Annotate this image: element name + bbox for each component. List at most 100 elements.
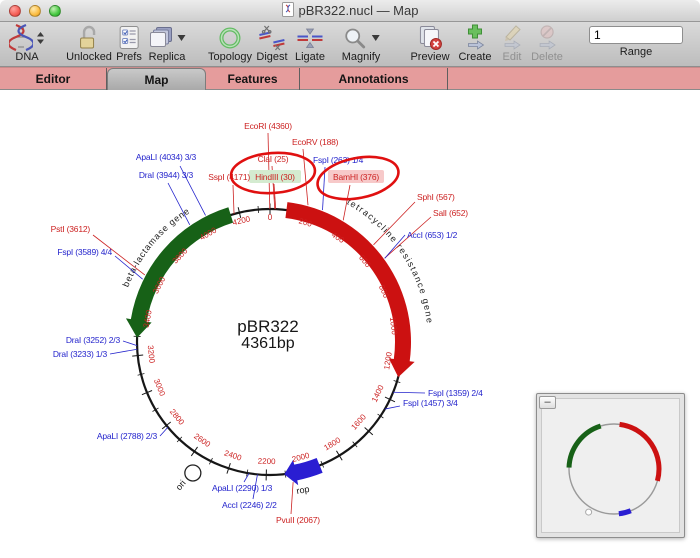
tab-map[interactable]: Map (107, 68, 206, 90)
preview-icon (416, 24, 444, 51)
scale-tick-label: 1200 (382, 351, 394, 371)
site-label[interactable]: BamHI (376) (333, 172, 379, 182)
close-button[interactable] (9, 5, 21, 17)
zoom-button[interactable] (49, 5, 61, 17)
tab-bar: EditorMapFeaturesAnnotations (0, 67, 700, 90)
delete-icon (534, 24, 560, 51)
create-toolbar-label: Create (458, 51, 491, 63)
site-label[interactable]: SalI (652) (433, 208, 468, 218)
overview-collapse-button[interactable]: – (539, 396, 556, 409)
tab-features[interactable]: Features (206, 68, 300, 90)
tab-editor[interactable]: Editor (0, 68, 107, 90)
plasmid-name: pBR322 (237, 317, 298, 336)
site-leader (160, 427, 168, 436)
feature-tetracycline-resistance-gene[interactable] (285, 202, 414, 377)
replica-icon (149, 24, 186, 51)
site-leader (233, 185, 234, 214)
prefs-toolbar-button[interactable]: Prefs (116, 24, 142, 63)
site-label[interactable]: ClaI (25) (258, 154, 289, 164)
feature-label-ori: ori (174, 478, 188, 492)
document-icon (282, 2, 294, 20)
mini-ori-marker (586, 509, 592, 515)
titlebar[interactable]: pBR322.nucl — Map (0, 0, 700, 22)
scale-tick-label: 0 (268, 213, 273, 222)
site-label[interactable]: EcoRI (4360) (244, 121, 292, 131)
ligate-toolbar-label: Ligate (295, 51, 325, 63)
site-label[interactable]: ApaLI (2290) 1/3 (212, 483, 273, 493)
site-label[interactable]: DraI (3252) 2/3 (66, 335, 121, 345)
ligate-toolbar-button[interactable]: Ligate (295, 24, 326, 63)
topology-toolbar-button[interactable]: Topology (208, 24, 252, 63)
site-label[interactable]: SphI (567) (417, 192, 455, 202)
dna-toolbar-label: DNA (15, 51, 38, 63)
topology-icon (217, 24, 243, 51)
scale-tick-label: 3200 (146, 345, 157, 364)
site-label[interactable]: EcoRV (188) (292, 137, 339, 147)
replica-toolbar-label: Replica (149, 51, 186, 63)
create-icon (462, 24, 488, 51)
site-label[interactable]: DraI (3233) 1/3 (53, 349, 108, 359)
plasmid-size: 4361bp (241, 335, 294, 352)
unlocked-toolbar-label: Unlocked (66, 51, 112, 63)
overview-panel (541, 398, 680, 533)
minimize-button[interactable] (29, 5, 41, 17)
unlocked-toolbar-button[interactable]: Unlocked (66, 24, 112, 63)
range-field: Range (588, 26, 684, 58)
prefs-icon (118, 24, 140, 51)
mini-feature-rop (619, 511, 631, 514)
create-toolbar-button[interactable]: Create (458, 24, 491, 63)
dna-toolbar-button[interactable]: DNA (9, 24, 45, 63)
scale-tick-label: 1400 (370, 383, 386, 403)
scale-tick-label: 3000 (152, 378, 167, 398)
site-leader (123, 341, 137, 346)
site-label[interactable]: FspI (1359) 2/4 (428, 388, 483, 398)
scale-tick-label: 1000 (388, 316, 399, 335)
map-canvas[interactable]: tetracycline resistance genebeta-lactama… (0, 90, 700, 558)
replica-toolbar-button[interactable]: Replica (149, 24, 186, 63)
scale-tick-label: 2600 (192, 432, 212, 450)
site-label[interactable]: ApaLI (4034) 3/3 (136, 152, 197, 162)
range-input[interactable] (589, 26, 683, 44)
toolbar: Range DNA Unlocked Prefs Replica Topology Dig… (0, 22, 700, 67)
traffic-lights (9, 5, 61, 17)
magnify-toolbar-button[interactable]: Magnify (342, 24, 381, 63)
site-label[interactable]: DraI (3944) 3/3 (139, 170, 194, 180)
mini-feature-tetracycline-resistance-gene (620, 424, 659, 481)
magnify-toolbar-label: Magnify (342, 51, 381, 63)
site-label[interactable]: SspI (4171) (208, 172, 250, 182)
prefs-toolbar-label: Prefs (116, 51, 142, 63)
scale-tick-label: 2200 (258, 457, 277, 467)
feature-ori-marker[interactable] (185, 465, 201, 481)
edit-toolbar-button: Edit (499, 24, 525, 63)
delete-toolbar-label: Delete (531, 51, 563, 63)
scale-tick-label: 2400 (223, 449, 243, 463)
scale-tick-label: 3400 (142, 309, 154, 329)
feature-rop[interactable] (284, 458, 322, 485)
site-label[interactable]: ApaLI (2788) 2/3 (97, 431, 158, 441)
site-leader (110, 349, 137, 354)
scale-tick-label: 1800 (322, 435, 342, 452)
digest-icon (257, 24, 288, 51)
preview-toolbar-button[interactable]: Preview (410, 24, 449, 63)
site-label[interactable]: PstI (3612) (51, 224, 91, 234)
site-label[interactable]: AccI (653) 1/2 (407, 230, 458, 240)
site-label[interactable]: AccI (2246) 2/2 (222, 500, 277, 510)
scale-tick-label: 4200 (232, 214, 252, 227)
feature-label-rop: rop (296, 484, 311, 496)
tab-annotations[interactable]: Annotations (300, 68, 448, 90)
site-label[interactable]: PvuII (2067) (276, 515, 320, 525)
edit-toolbar-label: Edit (503, 51, 522, 63)
overview-window[interactable]: – (536, 393, 685, 538)
overview-plasmid (542, 399, 681, 534)
site-label[interactable]: FspI (1457) 3/4 (403, 398, 458, 408)
mini-feature-beta-lactamase-gene (569, 426, 601, 468)
window-title: pBR322.nucl — Map (299, 3, 419, 18)
site-label[interactable]: HindIII (30) (255, 172, 295, 182)
site-label[interactable]: FspI (3589) 4/4 (57, 247, 112, 257)
site-leader (393, 392, 425, 393)
topology-toolbar-label: Topology (208, 51, 252, 63)
magnify-icon (343, 24, 380, 51)
ligate-icon (295, 24, 326, 51)
digest-toolbar-button[interactable]: Digest (256, 24, 287, 63)
app-window: pBR322.nucl — Map Range DNA Unlocked Prefs… (0, 0, 700, 558)
